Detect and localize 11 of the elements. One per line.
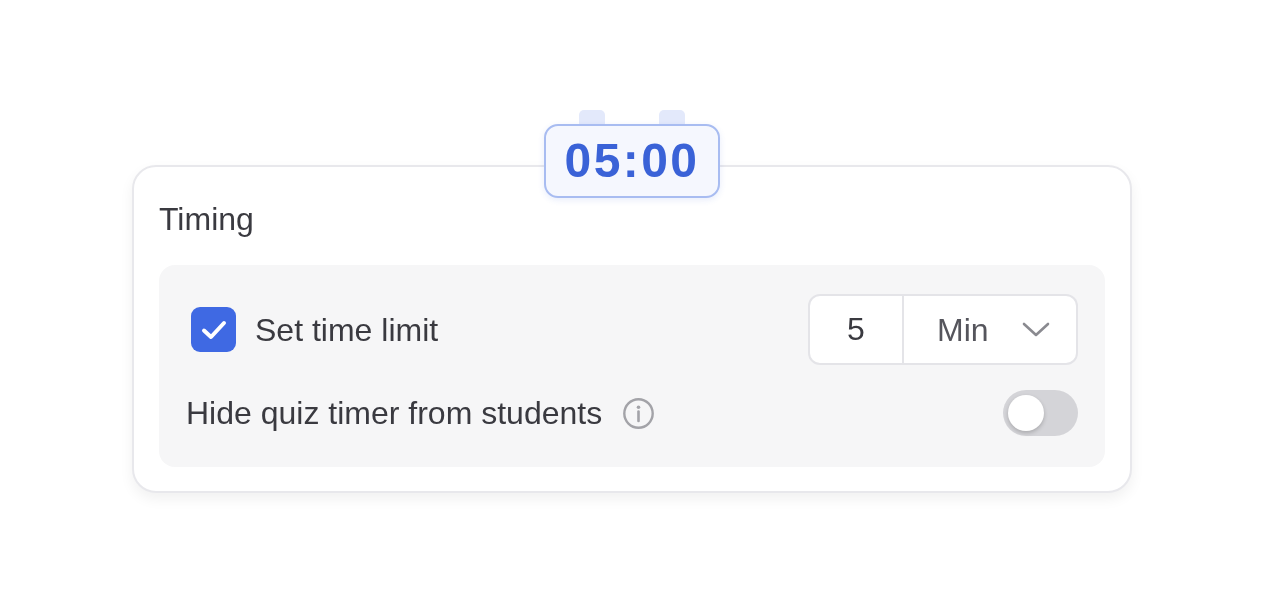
checkbox[interactable]	[191, 307, 236, 352]
timer-display: 05:00	[544, 124, 720, 198]
unit-dropdown[interactable]: Min	[904, 294, 1078, 365]
toggle-switch[interactable]	[1003, 390, 1078, 436]
check-icon	[200, 319, 227, 340]
info-icon[interactable]	[623, 397, 655, 429]
amount-field[interactable]: 5	[808, 294, 904, 365]
toggle-label: Hide quiz timer from students	[186, 394, 603, 432]
chevron-down-icon	[1022, 321, 1050, 338]
checkbox-label: Set time limit	[255, 310, 439, 349]
card-title: Timing	[159, 200, 254, 238]
